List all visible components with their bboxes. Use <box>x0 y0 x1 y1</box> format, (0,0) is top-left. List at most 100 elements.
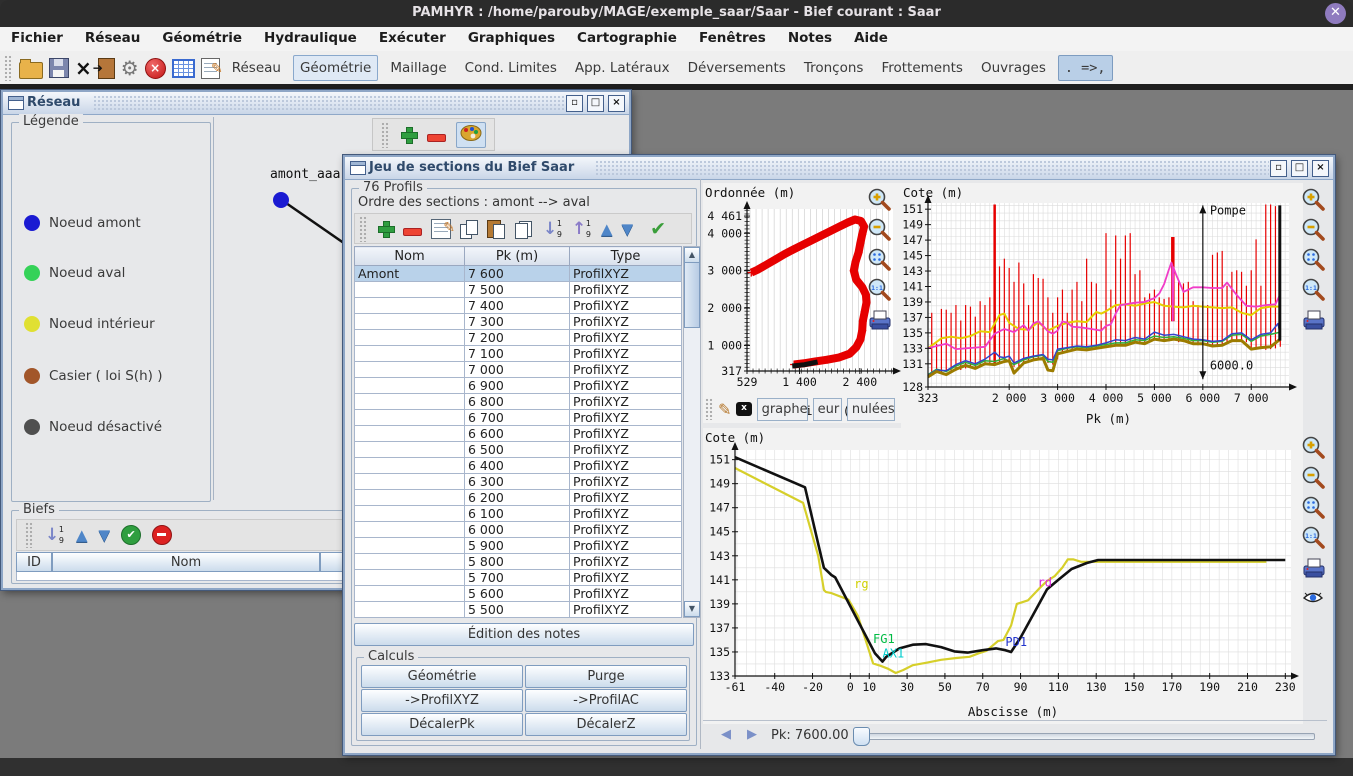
toolbar-reseau-button[interactable]: Réseau <box>226 56 287 80</box>
visibility-eye-icon[interactable] <box>1301 585 1327 611</box>
amont-node[interactable] <box>273 192 289 208</box>
geometrie-button[interactable]: Géométrie <box>361 665 523 688</box>
tab-nulees[interactable]: nulées <box>847 398 895 421</box>
previous-profile-icon[interactable]: ◀ <box>715 725 737 747</box>
table-row[interactable]: 6 200ProfilXYZ <box>355 490 682 506</box>
sort-icon[interactable]: ↓19 <box>45 525 65 545</box>
save-icon[interactable] <box>49 58 69 78</box>
os-titlebar[interactable]: PAMHYR : /home/parouby/MAGE/exemple_saar… <box>0 0 1353 27</box>
menu-notes[interactable]: Notes <box>777 27 843 46</box>
print-icon[interactable] <box>1301 555 1327 581</box>
toolbar-ouvrages-button[interactable]: Ouvrages <box>975 56 1052 80</box>
zoom-fit-icon[interactable] <box>867 247 893 273</box>
copy-icon[interactable] <box>460 220 478 238</box>
profiles-table-header[interactable]: Nom Pk (m) Type <box>355 247 682 266</box>
scrollbar-thumb[interactable] <box>684 262 700 328</box>
zoom-in-icon[interactable] <box>1301 435 1327 461</box>
close-window-button[interactable]: ✕ <box>1325 3 1346 24</box>
print-icon[interactable] <box>1301 307 1327 333</box>
table-row[interactable]: Amont7 600ProfilXYZ <box>355 266 682 282</box>
table-row[interactable]: 6 900ProfilXYZ <box>355 378 682 394</box>
close-study-icon[interactable]: × <box>75 59 92 77</box>
zoom-out-icon[interactable] <box>1301 217 1327 243</box>
profiles-scrollbar[interactable]: ▲ ▼ <box>683 246 701 618</box>
scroll-up-icon[interactable]: ▲ <box>684 247 700 263</box>
sort-ascending-icon[interactable]: ↑19 <box>572 219 592 239</box>
to-profilxyz-button[interactable]: ->ProfilXYZ <box>361 689 523 712</box>
decaler-z-button[interactable]: DécalerZ <box>525 713 687 736</box>
move-down-icon[interactable]: ▼ <box>99 526 111 544</box>
table-row[interactable]: 7 200ProfilXYZ <box>355 330 682 346</box>
disable-bief-icon[interactable] <box>152 525 172 545</box>
menu-aide[interactable]: Aide <box>843 27 899 46</box>
close-sections-window-icon[interactable]: × <box>1312 160 1329 177</box>
open-file-icon[interactable] <box>19 62 43 79</box>
toolbar-cond-limites-button[interactable]: Cond. Limites <box>459 56 563 80</box>
reseau-window-titlebar[interactable]: Réseau ▫ □ × <box>3 92 629 115</box>
zoom-1-1-icon[interactable] <box>1301 525 1327 551</box>
zoom-in-icon[interactable] <box>1301 187 1327 213</box>
paste-icon[interactable] <box>487 219 505 238</box>
zoom-1-1-icon[interactable] <box>867 277 893 303</box>
duplicate-icon[interactable] <box>514 220 534 238</box>
zoom-1-1-icon[interactable] <box>1301 277 1327 303</box>
decaler-pk-button[interactable]: DécalerPk <box>361 713 523 736</box>
menu-cartographie[interactable]: Cartographie <box>566 27 688 46</box>
pk-slider-thumb[interactable] <box>853 727 870 746</box>
biefs-col-nom[interactable]: Nom <box>52 552 320 572</box>
table-row[interactable]: 6 800ProfilXYZ <box>355 394 682 410</box>
print-icon[interactable] <box>867 307 893 333</box>
next-profile-icon[interactable]: ▶ <box>741 725 763 747</box>
menu-graphiques[interactable]: Graphiques <box>457 27 566 46</box>
purge-button[interactable]: Purge <box>525 665 687 688</box>
tab-eur[interactable]: eur <box>813 398 842 421</box>
menu-fenetres[interactable]: Fenêtres <box>688 27 777 46</box>
toolbar-grip[interactable] <box>25 522 34 548</box>
menu-executer[interactable]: Exécuter <box>368 27 457 46</box>
table-row[interactable]: 6 600ProfilXYZ <box>355 426 682 442</box>
toolbar-grip[interactable] <box>359 216 368 242</box>
draw-pencil-icon[interactable]: ✎ <box>718 400 731 419</box>
table-row[interactable]: 5 900ProfilXYZ <box>355 538 682 554</box>
table-icon[interactable] <box>172 59 195 78</box>
table-row[interactable]: 7 100ProfilXYZ <box>355 346 682 362</box>
table-row[interactable]: 5 500ProfilXYZ <box>355 602 682 618</box>
menu-fichier[interactable]: Fichier <box>0 27 74 46</box>
table-row[interactable]: 6 400ProfilXYZ <box>355 458 682 474</box>
table-row[interactable]: 6 000ProfilXYZ <box>355 522 682 538</box>
sort-descending-icon[interactable]: ↓19 <box>543 219 563 239</box>
exit-icon[interactable] <box>98 58 115 79</box>
zoom-fit-icon[interactable] <box>1301 495 1327 521</box>
toolbar-separator-button[interactable]: . =>, <box>1058 55 1113 81</box>
move-up-icon[interactable]: ▲ <box>76 526 88 544</box>
table-row[interactable]: 6 500ProfilXYZ <box>355 442 682 458</box>
toolbar-grip[interactable] <box>705 398 713 420</box>
table-row[interactable]: 7 400ProfilXYZ <box>355 298 682 314</box>
menu-geometrie[interactable]: Géométrie <box>151 27 253 46</box>
toolbar-frottements-button[interactable]: Frottements <box>875 56 969 80</box>
zoom-in-icon[interactable] <box>867 187 893 213</box>
close-reseau-window-icon[interactable]: × <box>608 95 625 112</box>
enable-bief-icon[interactable]: ✔ <box>121 525 141 545</box>
toolbar-maillage-button[interactable]: Maillage <box>384 56 452 80</box>
cross-section-chart[interactable]: rgFG1AX1PD1rd-61-40-20010305070901101301… <box>703 428 1303 724</box>
add-profile-icon[interactable] <box>377 220 394 237</box>
toolbar-geometrie-button[interactable]: Géométrie <box>293 55 378 81</box>
biefs-col-id[interactable]: ID <box>16 552 52 572</box>
remove-profile-icon[interactable] <box>403 228 422 236</box>
table-row[interactable]: 6 700ProfilXYZ <box>355 410 682 426</box>
eraser-icon[interactable]: x <box>736 402 751 416</box>
table-row[interactable]: 7 500ProfilXYZ <box>355 282 682 298</box>
table-row[interactable]: 5 800ProfilXYZ <box>355 554 682 570</box>
zoom-out-icon[interactable] <box>867 217 893 243</box>
table-row[interactable]: 7 300ProfilXYZ <box>355 314 682 330</box>
table-row[interactable]: 6 100ProfilXYZ <box>355 506 682 522</box>
table-row[interactable]: 7 000ProfilXYZ <box>355 362 682 378</box>
edit-profile-icon[interactable] <box>431 219 451 239</box>
table-row[interactable]: 5 600ProfilXYZ <box>355 586 682 602</box>
to-profilac-button[interactable]: ->ProfilAC <box>525 689 687 712</box>
sections-window-titlebar[interactable]: Jeu de sections du Bief Saar ▫ □ × <box>345 157 1333 180</box>
move-profile-down-icon[interactable]: ▼ <box>622 220 634 238</box>
toolbar-deversements-button[interactable]: Déversements <box>682 56 792 80</box>
restore-window-icon[interactable]: ▫ <box>566 95 583 112</box>
